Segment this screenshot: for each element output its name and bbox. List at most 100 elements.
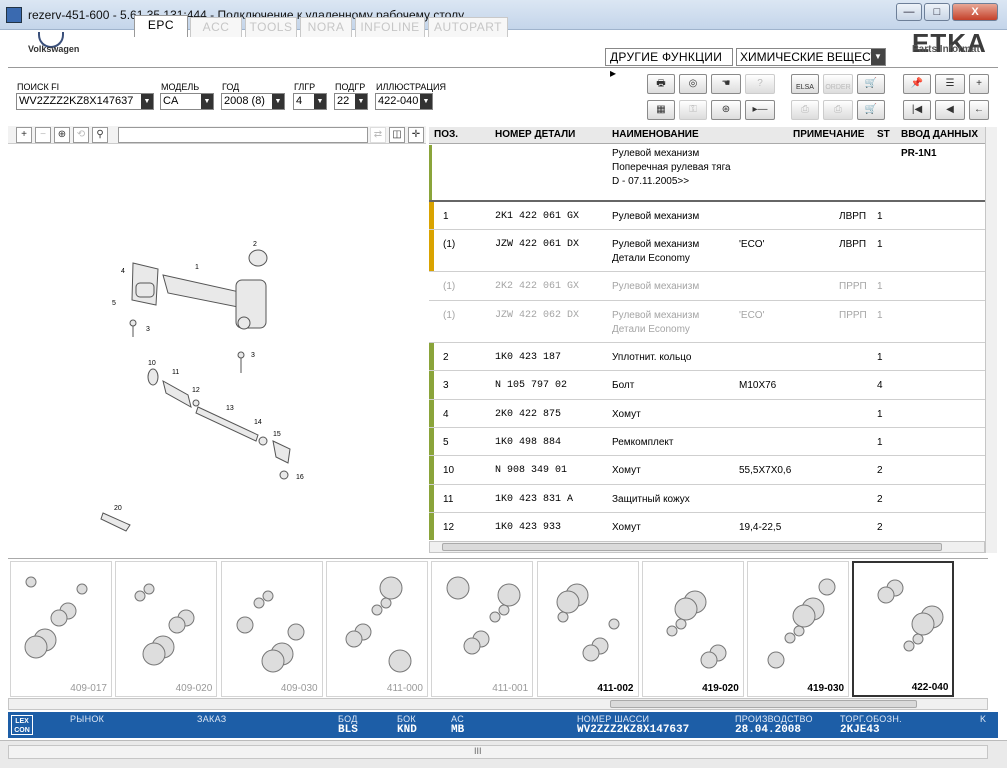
cart-add-icon[interactable]: + xyxy=(969,74,989,94)
calculator-icon[interactable]: ▦ xyxy=(647,100,675,120)
col-st[interactable]: ST xyxy=(877,127,890,143)
illustration-thumbnail[interactable]: 411-002 xyxy=(536,561,639,697)
illustration-thumbnail[interactable]: 419-020 xyxy=(641,561,744,697)
search-icon[interactable]: ⚲ xyxy=(92,127,108,143)
thumbnail-part-shape xyxy=(134,590,146,602)
illustration-panel[interactable]: 1 2 3 3 4 5 10 11 12 13 14 15 16 20 xyxy=(8,145,426,555)
illustration-thumbnail[interactable]: 419-030 xyxy=(747,561,850,697)
bookmark-icon[interactable]: ⎙ xyxy=(791,100,819,120)
tab-nora[interactable]: NORA xyxy=(300,17,352,37)
zoom-fit-icon[interactable]: ⊕ xyxy=(54,127,70,143)
table-row[interactable]: 4 2K0 422 875 Хомут 1 xyxy=(429,400,985,428)
play-icon[interactable]: ▸— xyxy=(745,100,775,120)
col-part-number[interactable]: НОМЕР ДЕТАЛИ xyxy=(495,127,575,143)
thumbnail-part-shape xyxy=(498,604,510,616)
thumbnail-part-shape xyxy=(388,649,412,673)
other-functions-button[interactable]: ДРУГИЕ ФУНКЦИИ ▸ xyxy=(605,48,733,80)
cell-name: Болт xyxy=(612,380,635,391)
resize-icon[interactable]: ✛ xyxy=(408,127,424,143)
illustration-thumbnail[interactable]: 411-001 xyxy=(431,561,534,697)
chevron-down-icon[interactable]: ▼ xyxy=(355,94,367,109)
table-row[interactable]: 12 1K0 423 933 Хомут 19,4-22,5 2 xyxy=(429,513,985,540)
illustration-thumbnail[interactable]: 422-040 xyxy=(852,561,955,697)
group-header-row[interactable]: Рулевой механизм Поперечная рулевая тяга… xyxy=(429,145,985,202)
illustration-thumbnail[interactable]: 409-030 xyxy=(220,561,323,697)
table-row[interactable]: 11 1K0 423 831 A Защитный кожух 2 xyxy=(429,485,985,513)
chevron-down-icon[interactable]: ▼ xyxy=(272,94,284,109)
close-button[interactable]: X xyxy=(952,3,998,21)
cell-st: 1 xyxy=(877,211,883,222)
vin-field[interactable]: WV2ZZZ2KZ8X147637 ▼ xyxy=(16,93,154,110)
main-group-select[interactable]: 4 ▼ xyxy=(293,93,327,110)
list-icon[interactable]: ☰ xyxy=(935,74,965,94)
tab-autopart[interactable]: AUTOPART xyxy=(428,17,508,37)
back-icon[interactable]: ← xyxy=(969,100,989,120)
illustration-thumbnail[interactable]: 409-017 xyxy=(10,561,112,697)
question-icon[interactable]: ? xyxy=(745,74,775,94)
illustration-thumbnail[interactable]: 411-000 xyxy=(325,561,428,697)
thumbnail-label: 411-001 xyxy=(492,683,529,694)
table-row[interactable]: 10 N 908 349 01 Хомут 55,5X7X0,6 2 xyxy=(429,456,985,485)
col-pos[interactable]: ПОЗ. xyxy=(434,127,458,143)
order-icon[interactable]: ORDER xyxy=(823,74,853,94)
cd-icon[interactable]: ◎ xyxy=(679,74,707,94)
search-input[interactable] xyxy=(118,127,368,143)
swap-icon[interactable]: ⇄ xyxy=(370,127,386,143)
function-select[interactable]: ХИМИЧЕСКИЕ ВЕЩЕСТВА ▼ xyxy=(736,48,886,66)
table-row[interactable]: 3 N 105 797 02 Болт M10X76 4 xyxy=(429,371,985,400)
rdp-horizontal-scrollbar[interactable]: III xyxy=(8,745,988,759)
tab-acc[interactable]: ACC xyxy=(190,17,242,37)
tab-epc[interactable]: EPC xyxy=(134,15,188,37)
chevron-down-icon[interactable]: ▼ xyxy=(420,94,432,109)
table-row[interactable]: 2 1K0 423 187 Уплотнит. кольцо 1 xyxy=(429,343,985,371)
pin-icon[interactable]: 📌 xyxy=(903,74,931,94)
cell-note: M10X76 xyxy=(739,380,777,391)
chevron-down-icon[interactable]: ▼ xyxy=(871,49,885,65)
elsa-icon[interactable]: ELSA xyxy=(791,74,819,94)
model-select[interactable]: CA ▼ xyxy=(160,93,214,110)
col-name[interactable]: НАИМЕНОВАНИЕ xyxy=(612,127,699,143)
main-group-value: 4 xyxy=(296,95,303,107)
table-row[interactable]: 5 1K0 498 884 Ремкомплект 1 xyxy=(429,428,985,456)
thumbnail-part-shape xyxy=(463,637,481,655)
split-view-icon[interactable]: ◫ xyxy=(389,127,405,143)
thumbnail-part-shape xyxy=(236,616,254,634)
zoom-in-icon[interactable]: + xyxy=(16,127,32,143)
prev-page-icon[interactable]: ◀ xyxy=(935,100,965,120)
orderlist-icon[interactable]: ⎙ xyxy=(823,100,853,120)
col-input[interactable]: ВВОД ДАННЫХ xyxy=(901,127,978,143)
printer-icon[interactable]: 🖶 xyxy=(647,74,675,94)
table-vertical-scrollbar[interactable] xyxy=(985,127,997,553)
key-icon[interactable]: ⚿ xyxy=(679,100,707,120)
minimize-button[interactable]: — xyxy=(896,3,922,21)
first-page-icon[interactable]: |◀ xyxy=(903,100,931,120)
col-note[interactable]: ПРИМЕЧАНИЕ xyxy=(793,127,864,143)
chevron-down-icon[interactable]: ▼ xyxy=(141,94,153,109)
table-row[interactable]: 1 2K1 422 061 GX Рулевой механизм ЛВРП 1 xyxy=(429,202,985,230)
hand-icon[interactable]: ☚ xyxy=(711,74,741,94)
cell-pos: (1) xyxy=(443,281,456,292)
table-row[interactable]: (1) 2K2 422 061 GX Рулевой механизм ПРРП 1 xyxy=(429,272,985,301)
cart-icon[interactable]: 🛒 xyxy=(857,74,885,94)
zoom-reset-icon[interactable]: ⟲ xyxy=(73,127,89,143)
tab-infoline[interactable]: INFOLINE xyxy=(355,17,425,37)
chevron-down-icon[interactable]: ▼ xyxy=(201,94,213,109)
year-select[interactable]: 2008 (8) ▼ xyxy=(221,93,285,110)
maximize-button[interactable]: □ xyxy=(924,3,950,21)
basket-icon[interactable]: 🛒 xyxy=(857,100,885,120)
table-row[interactable]: (1) JZW 422 061 DX Рулевой механизм 'ECO' ЛВ… xyxy=(429,230,985,272)
scrollbar-thumb[interactable] xyxy=(610,700,917,708)
cell-st: 1 xyxy=(877,437,883,448)
chevron-down-icon[interactable]: ▼ xyxy=(314,94,326,109)
illustration-thumbnail[interactable]: 409-020 xyxy=(115,561,218,697)
tab-tools[interactable]: TOOLS xyxy=(245,17,297,37)
bok-value: KND xyxy=(397,724,417,736)
illustration-value: 422-040 xyxy=(378,95,419,107)
steering-icon[interactable]: ⊛ xyxy=(711,100,741,120)
illustration-select[interactable]: 422-040 ▼ xyxy=(375,93,433,110)
scrollbar-thumb[interactable] xyxy=(442,543,942,551)
table-row[interactable]: (1) JZW 422 062 DX Рулевой механизм 'ECO' ПР… xyxy=(429,301,985,343)
sub-group-select[interactable]: 22 ▼ xyxy=(334,93,368,110)
thumbnail-strip: 409-017 409-020 409-030 411-000 411-001 411-0… xyxy=(8,558,988,700)
zoom-out-icon[interactable]: − xyxy=(35,127,51,143)
